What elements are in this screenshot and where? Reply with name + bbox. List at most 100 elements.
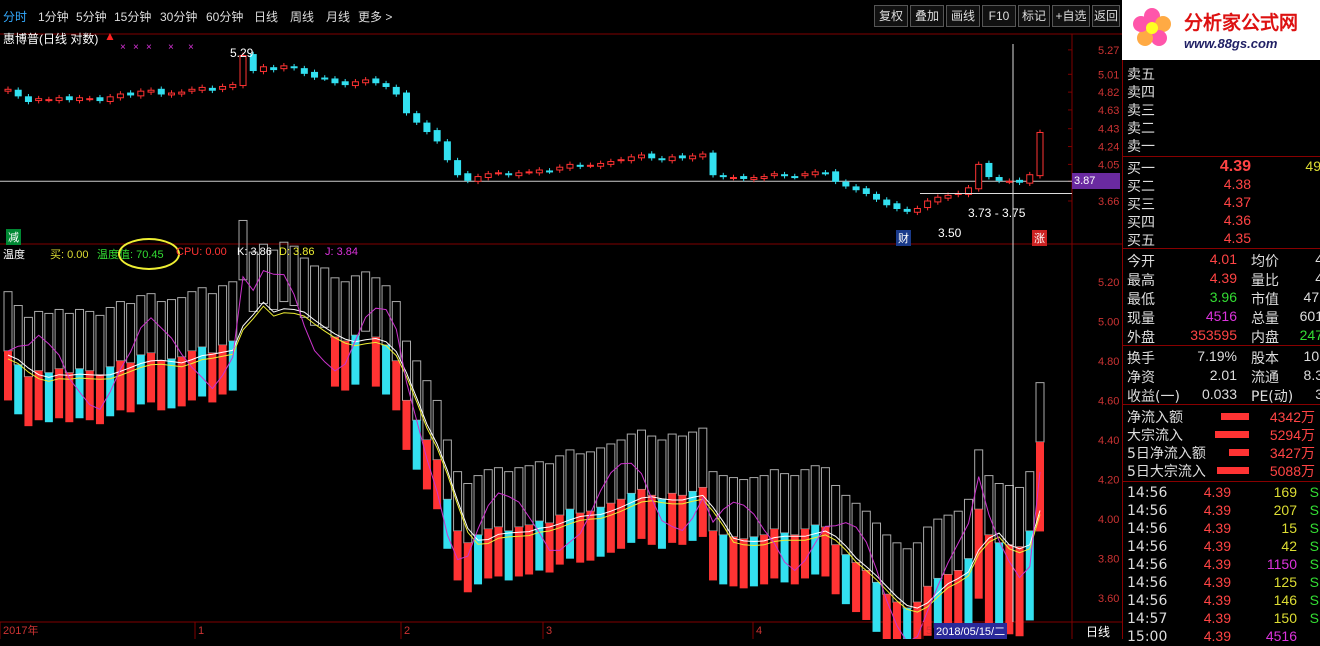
bid-volume: 49: [1305, 158, 1320, 174]
quote-row: 外盘 353595 内盘 247: [1127, 327, 1320, 346]
limit-up-badge[interactable]: 涨: [1032, 230, 1047, 246]
temp-hollow-bar: [923, 526, 933, 587]
temp-hollow-bar: [749, 477, 759, 538]
temp-hollow-bar: [585, 451, 595, 512]
temp-hollow-bar: [146, 293, 156, 354]
candle-body: [668, 156, 676, 162]
candle-body: [852, 186, 860, 191]
temp-solid-bar: [371, 337, 380, 387]
temp-hollow-bar: [688, 431, 698, 492]
price-axis-label: 3.66: [1098, 196, 1119, 208]
quote-row: 卖一: [1127, 136, 1155, 155]
candle-body: [362, 79, 370, 84]
temp-hollow-bar: [166, 299, 176, 360]
temp-solid-bar: [1015, 546, 1024, 637]
candle-body: [127, 92, 135, 96]
candle-body: [178, 91, 186, 95]
temp-hollow-bar: [361, 271, 371, 332]
candle-body: [903, 208, 911, 212]
quote-row: 15:00 4.39 4516: [1127, 628, 1297, 646]
quote-key: 5日大宗流入: [1127, 464, 1206, 480]
temp-solid-bar: [565, 509, 574, 559]
flow-bar: [1215, 431, 1249, 438]
quote-key: 卖二: [1127, 121, 1155, 137]
candle-body: [474, 176, 482, 182]
indicator-axis-label: 4.20: [1098, 475, 1119, 487]
candle-body: [740, 176, 748, 179]
temp-hollow-bar: [371, 277, 381, 338]
candle-body: [351, 81, 359, 87]
period-tab-6[interactable]: 日线: [254, 8, 278, 25]
period-tab-2[interactable]: 5分钟: [76, 8, 107, 25]
tick-volume: 146: [1273, 592, 1297, 608]
candle-body: [157, 88, 165, 95]
quote-row: 卖二: [1127, 118, 1155, 137]
tick-volume: 207: [1273, 502, 1297, 518]
toolbar-button-1[interactable]: 叠加: [910, 5, 944, 27]
signal-marker-icon: ×: [133, 42, 139, 53]
temp-solid-bar: [382, 345, 391, 395]
price-axis-label: 4.05: [1098, 159, 1119, 171]
period-tab-8[interactable]: 月线: [326, 8, 350, 25]
temp-solid-bar: [484, 529, 493, 579]
candle-body: [913, 207, 921, 213]
temp-hollow-bar: [882, 534, 892, 595]
logo-flower-icon: [1133, 8, 1171, 46]
tick-side: S: [1309, 592, 1319, 608]
quote-key: 最低: [1127, 292, 1155, 308]
toolbar-button-0[interactable]: 复权: [874, 5, 908, 27]
candle-body: [944, 194, 952, 199]
temp-solid-bar: [351, 335, 360, 385]
divider: [1123, 345, 1320, 346]
candle-body: [975, 163, 983, 190]
quote-row: 买二 4.38: [1127, 176, 1251, 195]
temp-hollow-bar: [902, 548, 912, 609]
logo-url[interactable]: www.88gs.com: [1184, 36, 1277, 51]
toolbar-button-2[interactable]: 画线: [946, 5, 980, 27]
candle-body: [617, 159, 625, 162]
quote-row: 14:56 4.39 169 S: [1127, 484, 1319, 502]
toolbar-button-4[interactable]: 标记: [1018, 5, 1050, 27]
candle-body: [372, 78, 380, 84]
temp-solid-bar: [637, 489, 646, 539]
candle-body: [842, 181, 850, 187]
stat-key: 市值: [1251, 292, 1279, 308]
period-tab-7[interactable]: 周线: [290, 8, 314, 25]
period-tab-9[interactable]: 更多 >: [358, 8, 392, 25]
quote-key: 净资: [1127, 370, 1155, 386]
temp-solid-bar: [504, 530, 513, 581]
period-tab-0[interactable]: 分时: [3, 8, 27, 25]
divider: [1123, 156, 1320, 157]
toolbar-button-3[interactable]: F10: [982, 5, 1016, 27]
candle-body: [862, 188, 870, 194]
candle-body: [1026, 174, 1034, 184]
kline-chart-area[interactable]: 5.27 5.01 4.82 4.63 4.43 4.24 4.05 3.87 3.66 × × × ×…: [0, 0, 1122, 639]
temp-hollow-bar: [667, 433, 677, 494]
toolbar-button-6[interactable]: 返回: [1092, 5, 1120, 27]
period-tab-1[interactable]: 1分钟: [38, 8, 69, 25]
tick-side: S: [1309, 520, 1319, 536]
quote-row: 14:56 4.39 15 S: [1127, 520, 1319, 538]
stat-value: 4.01: [1209, 251, 1237, 267]
quote-row: 5日大宗流入 5088万: [1127, 461, 1315, 480]
stat-value: 2.01: [1209, 367, 1237, 383]
candle-body: [607, 161, 615, 165]
period-tab-4[interactable]: 30分钟: [160, 8, 197, 25]
period-label[interactable]: 日线: [1086, 623, 1110, 640]
quote-row: 净流入额 4342万: [1127, 407, 1315, 426]
candle-body: [811, 171, 819, 176]
finance-badge[interactable]: 财: [896, 230, 911, 246]
toolbar-button-5[interactable]: +自选: [1052, 5, 1090, 27]
temp-hollow-bar: [299, 257, 309, 318]
candle-body: [321, 77, 329, 80]
period-tab-3[interactable]: 15分钟: [114, 8, 151, 25]
period-tab-5[interactable]: 60分钟: [206, 8, 243, 25]
candle-body: [198, 86, 206, 91]
temp-hollow-bar: [463, 483, 473, 544]
candle-body: [719, 175, 727, 178]
quote-key: 净流入额: [1127, 410, 1183, 426]
stat-value: 247: [1299, 327, 1320, 343]
temp-hollow-bar: [197, 287, 207, 348]
quote-row: 收益(一) 0.033 PE(动) 3: [1127, 386, 1320, 405]
quote-row: 卖三: [1127, 100, 1155, 119]
